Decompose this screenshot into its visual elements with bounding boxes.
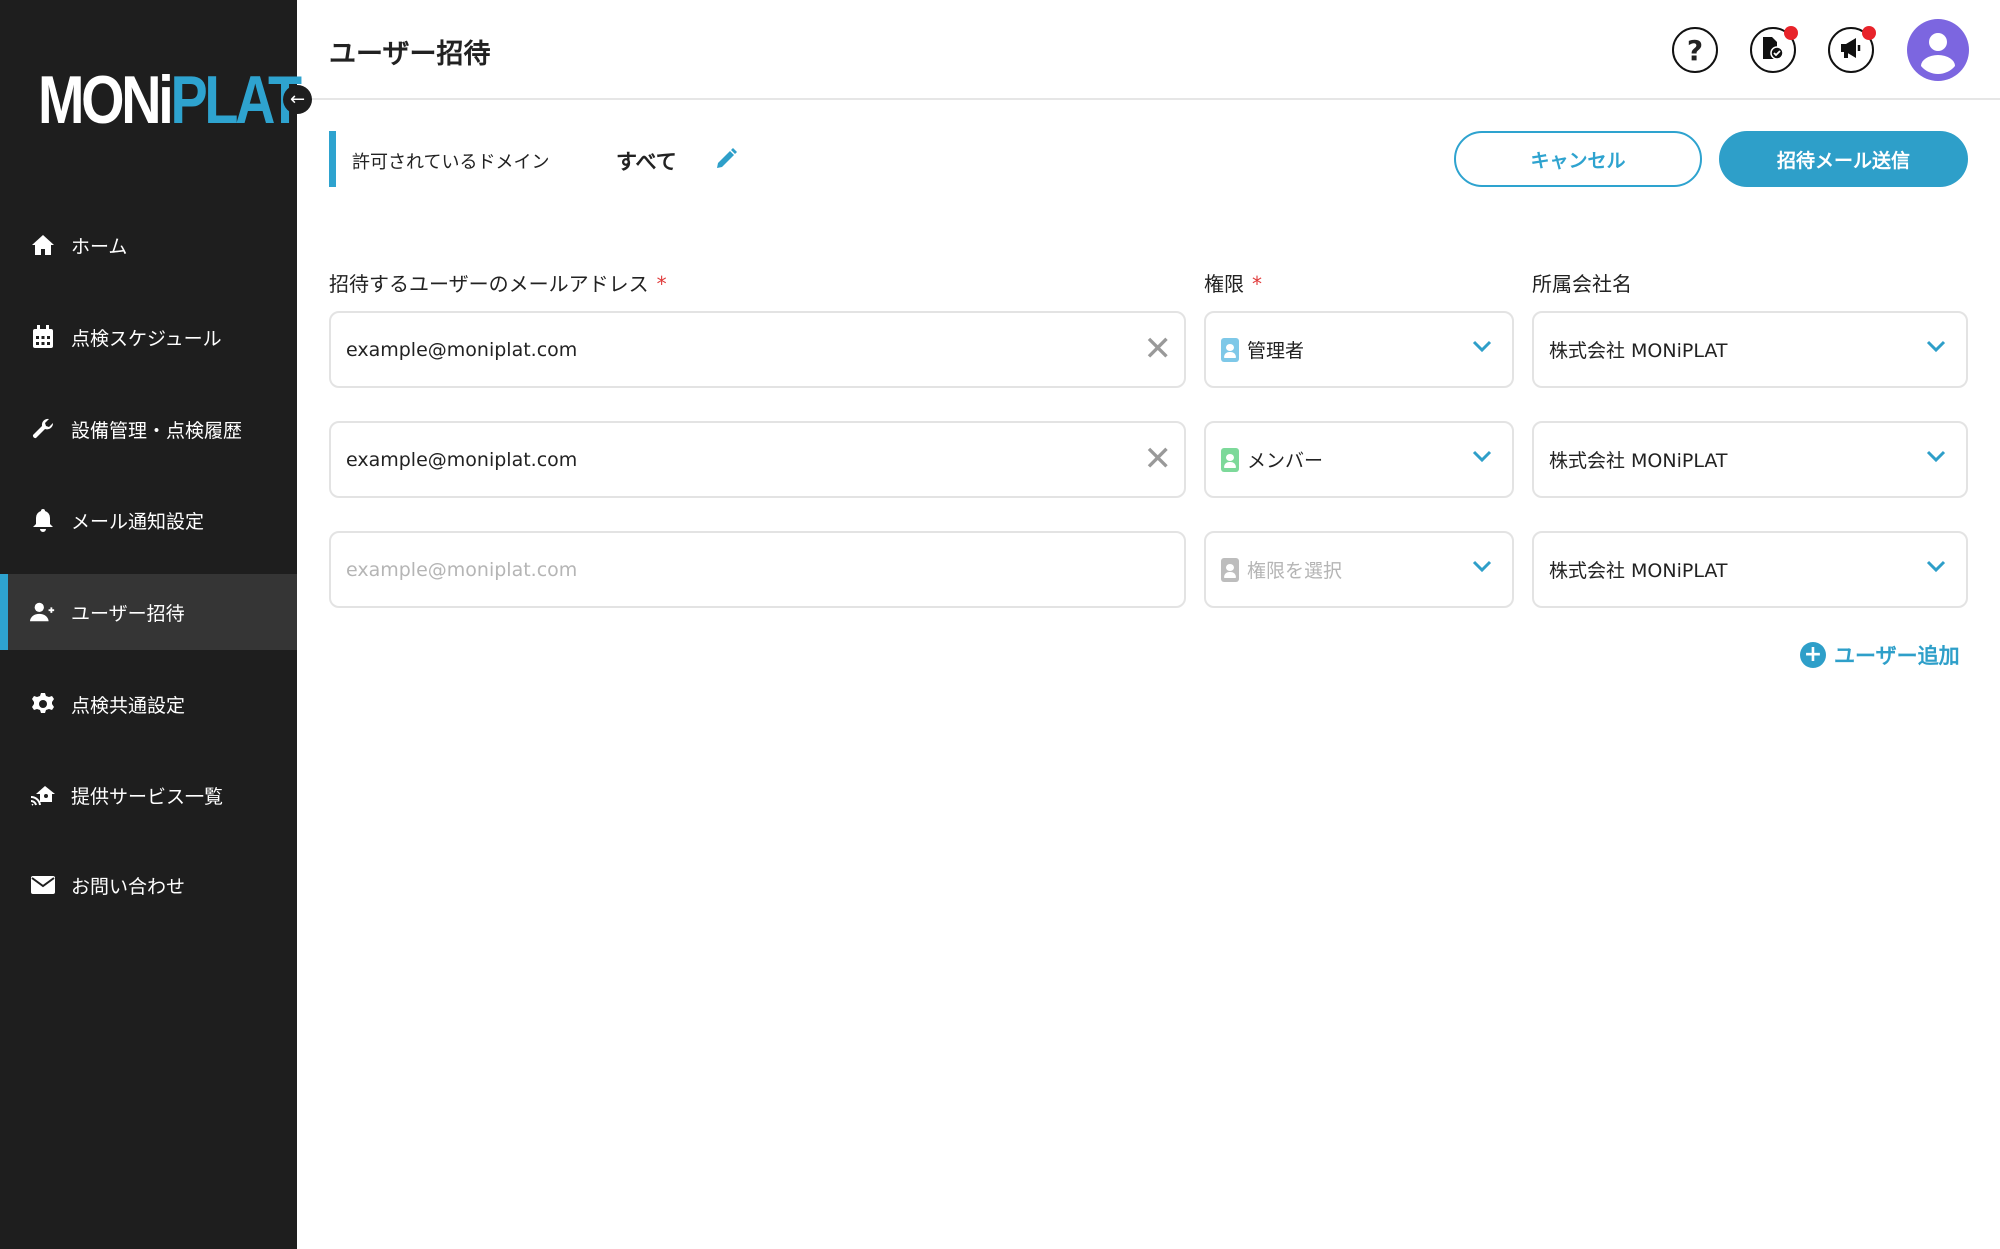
clear-icon[interactable]: ✕ bbox=[1144, 441, 1173, 477]
role-select[interactable]: 管理者 bbox=[1204, 311, 1514, 388]
email-input[interactable]: example@moniplat.com✕ bbox=[329, 421, 1186, 498]
sidebar-item-label: 提供サービス一覧 bbox=[71, 782, 223, 809]
help-button[interactable]: ? bbox=[1672, 27, 1718, 73]
home-icon bbox=[30, 232, 56, 258]
email-input[interactable]: example@moniplat.com bbox=[329, 531, 1186, 608]
clear-icon[interactable]: ✕ bbox=[1144, 331, 1173, 367]
question-icon: ? bbox=[1687, 34, 1703, 67]
sidebar-item-services[interactable]: 提供サービス一覧 bbox=[0, 757, 297, 833]
user-icon bbox=[1907, 19, 1969, 81]
chevron-down-icon bbox=[1926, 449, 1946, 463]
sidebar-item-mail-settings[interactable]: メール通知設定 bbox=[0, 482, 297, 558]
id-badge-icon bbox=[1221, 558, 1239, 582]
arrow-left-icon: ← bbox=[290, 89, 305, 110]
company-select[interactable]: 株式会社 MONiPLAT bbox=[1532, 531, 1968, 608]
sidebar-item-label: ユーザー招待 bbox=[71, 599, 185, 626]
id-badge-icon bbox=[1221, 448, 1239, 472]
sidebar-item-label: メール通知設定 bbox=[71, 507, 204, 534]
plus-circle-icon: + bbox=[1800, 642, 1826, 668]
header-divider bbox=[297, 98, 2000, 100]
id-badge-icon bbox=[1221, 338, 1239, 362]
sidebar-item-user-invite[interactable]: ユーザー招待 bbox=[0, 574, 297, 650]
bell-icon bbox=[30, 507, 56, 533]
announcement-button[interactable] bbox=[1828, 27, 1874, 73]
megaphone-icon bbox=[1839, 37, 1863, 63]
notification-dot bbox=[1784, 26, 1798, 40]
sidebar-item-home[interactable]: ホーム bbox=[0, 207, 297, 283]
service-house-icon bbox=[30, 782, 56, 808]
sidebar-item-label: 設備管理・点検履歴 bbox=[71, 416, 242, 443]
sidebar-item-label: 点検共通設定 bbox=[71, 691, 185, 718]
email-column-label: 招待するユーザーのメールアドレス* bbox=[329, 268, 667, 297]
user-plus-icon bbox=[30, 599, 56, 625]
sidebar-item-common-settings[interactable]: 点検共通設定 bbox=[0, 666, 297, 742]
email-placeholder: example@moniplat.com bbox=[346, 559, 577, 581]
sidebar: MONiPLAT ホーム 点検スケジュール 設備管理・点検履歴 メール通知設定 … bbox=[0, 0, 297, 1249]
send-invite-button[interactable]: 招待メール送信 bbox=[1719, 131, 1968, 187]
chevron-down-icon bbox=[1472, 339, 1492, 353]
chevron-down-icon bbox=[1472, 449, 1492, 463]
document-check-icon bbox=[1762, 36, 1784, 64]
notification-dot bbox=[1862, 26, 1876, 40]
company-column-label: 所属会社名 bbox=[1532, 268, 1632, 297]
company-select[interactable]: 株式会社 MONiPLAT bbox=[1532, 421, 1968, 498]
sidebar-item-label: ホーム bbox=[71, 232, 127, 259]
envelope-icon bbox=[30, 872, 56, 898]
sidebar-item-label: お問い合わせ bbox=[71, 872, 185, 899]
allowed-domain-label: 許可されているドメイン bbox=[352, 148, 549, 174]
domain-accent-bar bbox=[329, 131, 336, 187]
page-title: ユーザー招待 bbox=[329, 32, 490, 71]
edit-domain-button[interactable] bbox=[714, 147, 738, 175]
user-avatar[interactable] bbox=[1907, 19, 1969, 81]
add-user-button[interactable]: +ユーザー追加 bbox=[1800, 640, 1960, 670]
chevron-down-icon bbox=[1926, 559, 1946, 573]
sidebar-item-equipment[interactable]: 設備管理・点検履歴 bbox=[0, 391, 297, 467]
chevron-down-icon bbox=[1472, 559, 1492, 573]
collapse-sidebar-button[interactable]: ← bbox=[283, 85, 312, 114]
gear-icon bbox=[30, 691, 56, 717]
email-input[interactable]: example@moniplat.com✕ bbox=[329, 311, 1186, 388]
moniplat-logo[interactable]: MONiPLAT bbox=[38, 66, 299, 134]
sidebar-item-contact[interactable]: お問い合わせ bbox=[0, 847, 297, 923]
sidebar-item-schedule[interactable]: 点検スケジュール bbox=[0, 299, 297, 375]
pencil-icon bbox=[714, 147, 738, 171]
cancel-button[interactable]: キャンセル bbox=[1454, 131, 1702, 187]
wrench-icon bbox=[30, 416, 56, 442]
sidebar-item-label: 点検スケジュール bbox=[71, 324, 222, 351]
company-select[interactable]: 株式会社 MONiPLAT bbox=[1532, 311, 1968, 388]
calendar-icon bbox=[30, 324, 56, 350]
role-column-label: 権限* bbox=[1204, 268, 1262, 297]
required-mark: * bbox=[657, 272, 667, 296]
required-mark: * bbox=[1252, 272, 1262, 296]
chevron-down-icon bbox=[1926, 339, 1946, 353]
allowed-domain-value: すべて bbox=[616, 146, 677, 176]
role-select[interactable]: メンバー bbox=[1204, 421, 1514, 498]
document-notification-button[interactable] bbox=[1750, 27, 1796, 73]
role-select[interactable]: 権限を選択 bbox=[1204, 531, 1514, 608]
